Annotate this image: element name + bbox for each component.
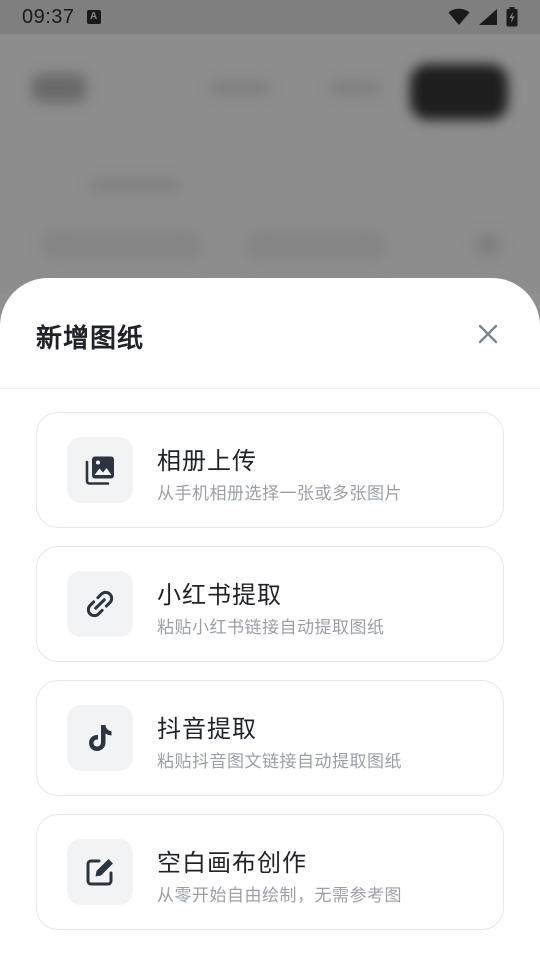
background-tab — [330, 82, 380, 94]
background-action-button — [410, 64, 508, 120]
status-icons — [448, 7, 518, 27]
option-icon-box — [67, 839, 133, 905]
status-bar: 09:37 A — [0, 0, 540, 34]
close-icon — [478, 324, 498, 344]
wifi-icon — [448, 8, 470, 25]
a-icon: A — [86, 10, 101, 24]
option-title: 抖音提取 — [157, 715, 257, 743]
option-subtitle: 从手机相册选择一张或多张图片 — [157, 484, 402, 504]
option-title: 小红书提取 — [157, 581, 282, 609]
option-title: 空白画布创作 — [157, 849, 307, 877]
background-card — [42, 230, 202, 260]
screen: 09:37 A 新增图纸 相册上传 从手机相册选择一张或多张图片 小红书提取 粘… — [0, 0, 540, 960]
option-subtitle: 粘贴小红书链接自动提取图纸 — [157, 618, 385, 638]
option-subtitle: 粘贴抖音图文链接自动提取图纸 — [157, 752, 402, 772]
option-xiaohongshu-extract[interactable]: 小红书提取 粘贴小红书链接自动提取图纸 — [36, 546, 504, 662]
background-chevron — [476, 234, 500, 256]
option-subtitle: 从零开始自由绘制，无需参考图 — [157, 886, 402, 906]
edit-square-icon — [86, 859, 113, 886]
signal-icon — [479, 9, 497, 25]
sheet-title: 新增图纸 — [36, 324, 145, 354]
status-time: 09:37 — [22, 5, 75, 28]
option-icon-box — [67, 571, 133, 637]
option-douyin-extract[interactable]: 抖音提取 粘贴抖音图文链接自动提取图纸 — [36, 680, 504, 796]
close-button[interactable] — [474, 320, 502, 348]
battery-charging-icon — [506, 7, 518, 27]
background-logo — [32, 74, 86, 102]
bottom-sheet: 新增图纸 相册上传 从手机相册选择一张或多张图片 小红书提取 粘贴小红书链接自动… — [0, 278, 540, 960]
option-icon-box — [67, 437, 133, 503]
link-icon — [86, 590, 114, 618]
option-blank-canvas[interactable]: 空白画布创作 从零开始自由绘制，无需参考图 — [36, 814, 504, 930]
tiktok-icon — [89, 725, 112, 751]
background-text — [90, 180, 180, 192]
option-album-upload[interactable]: 相册上传 从手机相册选择一张或多张图片 — [36, 412, 504, 528]
photo-library-icon — [85, 456, 114, 485]
background-app — [0, 34, 540, 294]
background-card — [246, 230, 386, 260]
option-icon-box — [67, 705, 133, 771]
background-tab — [210, 82, 270, 94]
option-title: 相册上传 — [157, 447, 257, 475]
sheet-header: 新增图纸 — [0, 278, 540, 389]
